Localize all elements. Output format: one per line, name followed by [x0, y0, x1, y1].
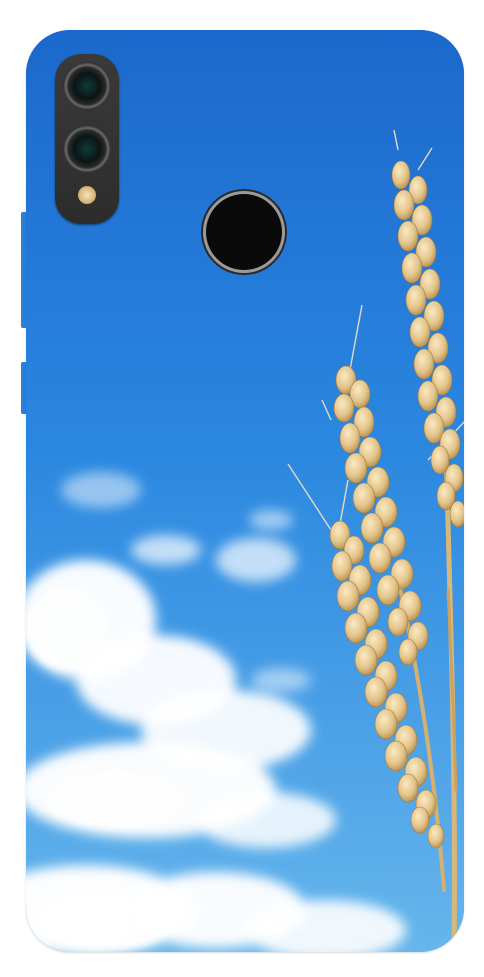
phone-case: [26, 30, 464, 952]
camera-module: [55, 54, 119, 224]
camera-lens-icon: [63, 125, 111, 173]
fingerprint-sensor-icon: [206, 194, 282, 270]
camera-lens-icon: [63, 62, 111, 110]
flash-icon: [78, 186, 96, 204]
product-photo: [0, 0, 484, 977]
